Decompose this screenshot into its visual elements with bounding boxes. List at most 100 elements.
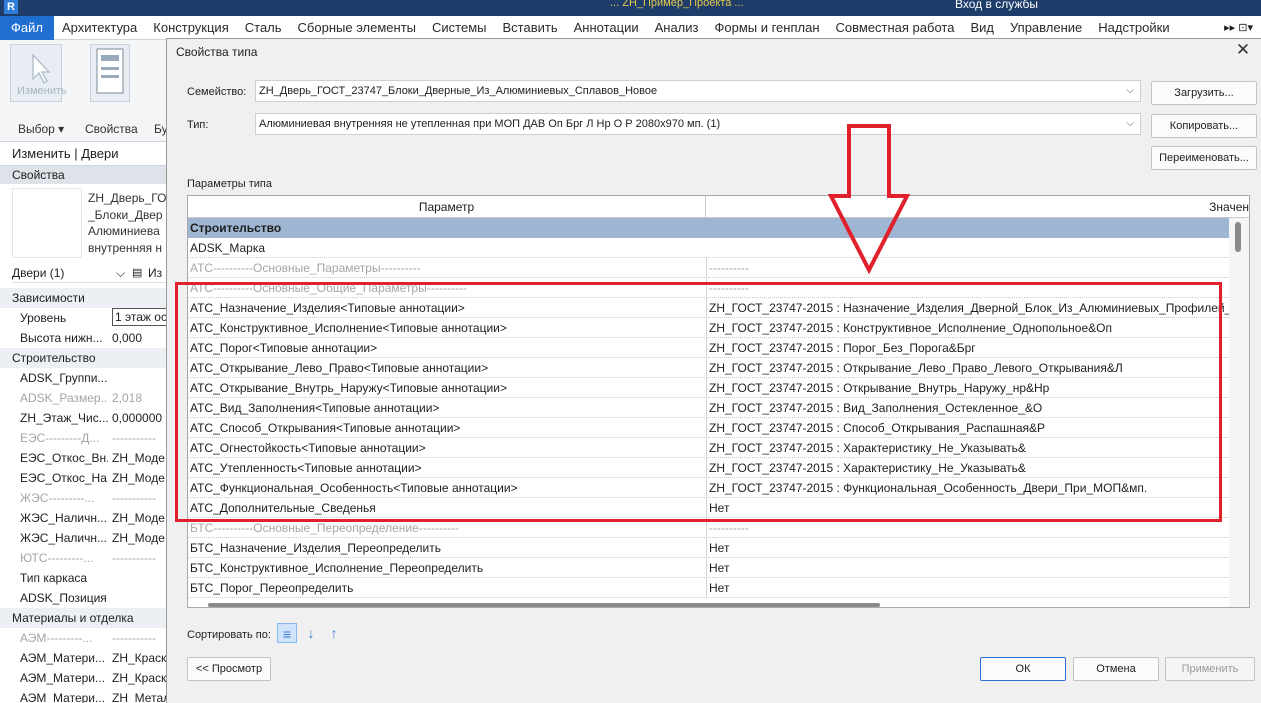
property-row[interactable]: АЭМ_Матери... ZH_Металл... (0, 688, 166, 703)
property-row[interactable]: Уровень 1 этаж ос (0, 308, 166, 328)
revit-logo-icon[interactable]: R (4, 0, 18, 14)
property-row[interactable]: ADSK_Размер... 2,018 (0, 388, 166, 408)
ribbon-tab[interactable]: Сборные элементы (290, 16, 424, 40)
properties-button[interactable] (90, 44, 130, 102)
property-row[interactable]: ЮТС---------... ----------- (0, 548, 166, 568)
load-button[interactable]: Загрузить... (1151, 81, 1257, 105)
property-name: Зависимости (12, 291, 85, 305)
ribbon-tab[interactable]: Вставить (495, 16, 566, 40)
table-row[interactable]: АТС----------Основные_Параметры---------… (188, 258, 1231, 278)
ribbon-tab[interactable]: Архитектура (54, 16, 145, 40)
select-dropdown[interactable]: Выбор ▾ (18, 122, 64, 136)
property-group-header[interactable]: Строительство (0, 348, 166, 368)
quick-access-toolbar: R ... ZH_Пример_Проекта ... Вход в служб… (0, 0, 1261, 16)
param-name-cell: БТС_Порог_Переопределить (190, 581, 354, 595)
rename-button[interactable]: Переименовать... (1151, 146, 1257, 170)
property-value[interactable]: 0,000 (112, 328, 166, 348)
table-row[interactable]: БТС_Порог_Переопределить Нет (188, 578, 1231, 598)
property-row[interactable]: АЭМ_Матери... ZH_Краск (0, 668, 166, 688)
property-row[interactable]: Высота нижн... 0,000 (0, 328, 166, 348)
property-group-header[interactable]: Зависимости (0, 288, 166, 308)
copy-button[interactable]: Копировать... (1151, 114, 1257, 138)
property-value[interactable]: ----------- (112, 488, 166, 508)
ribbon-tab[interactable]: Аннотации (566, 16, 647, 40)
ribbon-tab[interactable]: Управление (1002, 16, 1090, 40)
property-value[interactable]: ZH_Моде (112, 448, 166, 468)
ribbon-tab[interactable]: Анализ (647, 16, 707, 40)
property-value[interactable]: ZH_Моде (112, 468, 166, 488)
table-row[interactable]: БТС_Назначение_Изделия_Переопределить Нет (188, 538, 1231, 558)
property-name: Строительство (12, 351, 96, 365)
property-name: ЖЭС---------... (20, 491, 95, 505)
ribbon-tab[interactable]: Конструкция (145, 16, 236, 40)
property-row[interactable]: АЭМ---------... ----------- (0, 628, 166, 648)
property-row[interactable]: АЭМ_Матери... ZH_Краск (0, 648, 166, 668)
sort-label: Сортировать по: (187, 629, 271, 641)
table-row[interactable]: БТС_Конструктивное_Исполнение_Переопреде… (188, 558, 1231, 578)
type-name: ZH_Дверь_ГО _Блоки_Двер Алюминиева внутр… (88, 190, 166, 256)
property-value[interactable]: ----------- (112, 628, 166, 648)
edit-type-button[interactable]: Из (148, 263, 162, 283)
property-value[interactable]: ZH_Краск (112, 648, 166, 668)
ribbon-tab[interactable]: Системы (424, 16, 494, 40)
property-value[interactable]: ZH_Моде (112, 508, 166, 528)
preview-button[interactable]: << Просмотр (187, 657, 271, 681)
sort-ascending-icon[interactable]: ↓ (301, 623, 321, 643)
file-menu[interactable]: Файл (0, 16, 54, 40)
param-value-cell[interactable]: ---------- (706, 258, 1231, 278)
property-row[interactable]: ADSK_Группи... (0, 368, 166, 388)
scrollbar-thumb[interactable] (1235, 222, 1241, 252)
selector-label: Двери (1) (12, 266, 65, 280)
ribbon-tab[interactable]: Надстройки (1090, 16, 1177, 40)
cancel-button[interactable]: Отмена (1073, 657, 1159, 681)
property-row[interactable]: ZH_Этаж_Чис... 0,000000 (0, 408, 166, 428)
property-value[interactable]: ZH_Краск (112, 668, 166, 688)
property-name: АЭМ_Матери... (20, 651, 105, 665)
property-row[interactable]: ЖЭС_Наличн... ZH_Моде (0, 508, 166, 528)
property-value[interactable]: ZH_Моде (112, 528, 166, 548)
property-row[interactable]: Тип каркаса (0, 568, 166, 588)
value-column-header[interactable]: Значен (706, 196, 1249, 218)
ribbon-tab[interactable]: Вид (962, 16, 1002, 40)
property-value[interactable]: 1 этаж ос (112, 308, 166, 326)
vertical-scrollbar[interactable] (1229, 218, 1249, 607)
ribbon-tab[interactable]: Формы и генплан (706, 16, 827, 40)
ribbon-tab[interactable]: Сталь (237, 16, 290, 40)
property-row[interactable]: ЖЭС---------... ----------- (0, 488, 166, 508)
property-row[interactable]: ЕЭС_Откос_Вн... ZH_Моде (0, 448, 166, 468)
close-icon[interactable]: ✕ (1233, 40, 1253, 60)
property-value[interactable]: ----------- (112, 428, 166, 448)
apply-button[interactable]: Применить (1165, 657, 1255, 681)
property-value[interactable]: 0,000000 (112, 408, 166, 428)
param-value-cell[interactable]: Нет (706, 578, 1231, 598)
property-value[interactable]: 2,018 (112, 388, 166, 408)
param-column-header[interactable]: Параметр (188, 196, 706, 218)
ribbon-tab[interactable]: Совместная работа (828, 16, 963, 40)
ok-button[interactable]: ОК (980, 657, 1066, 681)
property-value[interactable]: ----------- (112, 548, 166, 568)
param-value-cell[interactable]: Нет (706, 538, 1231, 558)
property-row[interactable]: ЕЭС---------Д... ----------- (0, 428, 166, 448)
chevron-down-icon: ⌵ (1126, 85, 1134, 96)
properties-palette: Свойства ZH_Дверь_ГО _Блоки_Двер Алюмини… (0, 166, 166, 703)
property-name: ЕЭС_Откос_На... (20, 471, 108, 485)
property-group-header[interactable]: Материалы и отделка (0, 608, 166, 628)
sort-descending-icon[interactable]: ↑ (324, 623, 344, 643)
horizontal-scrollbar[interactable] (208, 603, 880, 607)
property-row[interactable]: ЖЭС_Наличн... ZH_Моде (0, 528, 166, 548)
modify-button[interactable]: Изменить (10, 44, 67, 102)
type-thumbnail (12, 188, 82, 258)
param-value-cell[interactable]: Нет (706, 558, 1231, 578)
property-row[interactable]: ЕЭС_Откос_На... ZH_Моде (0, 468, 166, 488)
more-tabs-icon[interactable]: ▸▸ ⊡▾ (1224, 16, 1253, 40)
type-combo[interactable]: Алюминиевая внутренняя не утепленная при… (255, 113, 1141, 135)
signin-link[interactable]: Вход в службы (955, 0, 1038, 11)
instance-selector[interactable]: Двери (1) ⌵ ▤ Из (12, 263, 166, 283)
property-row[interactable]: ADSK_Позиция (0, 588, 166, 608)
sort-tree-icon[interactable]: ≡ (277, 623, 297, 643)
family-combo[interactable]: ZH_Дверь_ГОСТ_23747_Блоки_Дверные_Из_Алю… (255, 80, 1141, 102)
property-value[interactable]: ZH_Металл... (112, 688, 166, 703)
edit-type-icon[interactable]: ▤ (132, 263, 142, 283)
table-row[interactable]: ADSK_Марка (188, 238, 1231, 258)
table-category-row[interactable]: Строительство (188, 218, 1231, 238)
